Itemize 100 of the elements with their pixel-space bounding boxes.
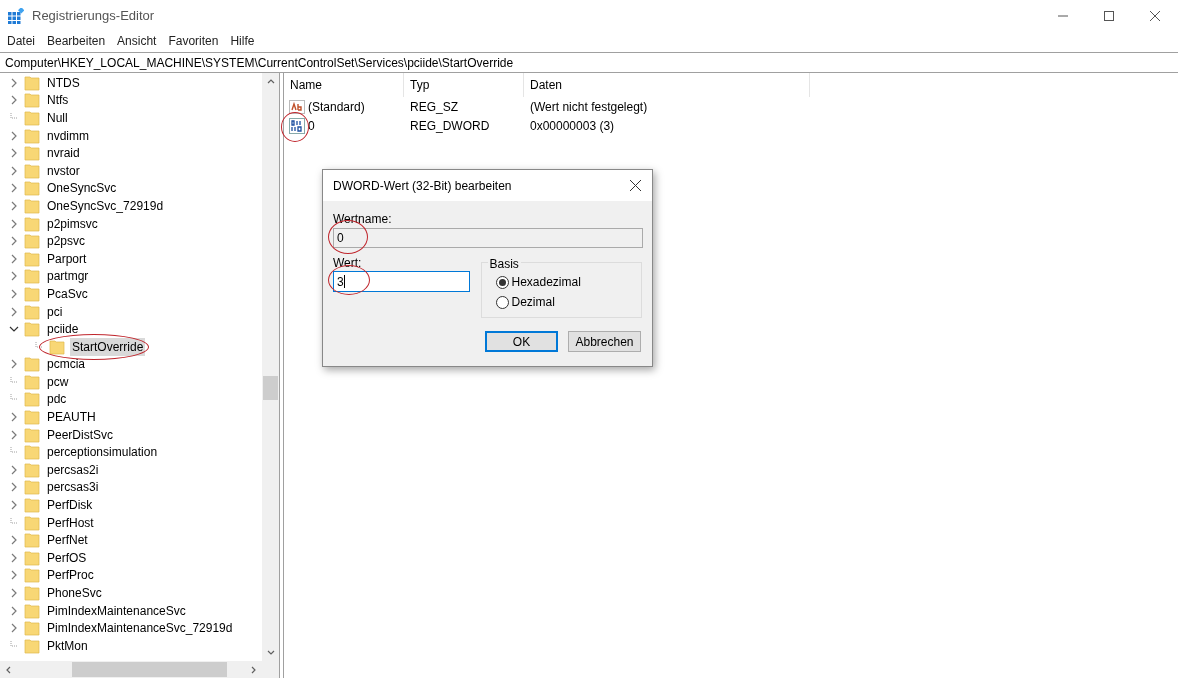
folder-icon (24, 356, 40, 373)
tree-item[interactable]: PerfNet (45, 531, 90, 550)
expand-chevron-icon[interactable] (9, 183, 19, 194)
folder-icon (24, 145, 40, 162)
expand-chevron-icon[interactable] (9, 236, 19, 247)
folder-icon (24, 391, 40, 408)
scrollbar-thumb[interactable] (263, 376, 278, 400)
tree-item[interactable]: OneSyncSvc (45, 179, 119, 198)
table-cell[interactable]: (Standard) (308, 97, 365, 116)
registry-editor-icon (8, 8, 24, 24)
expand-chevron-icon[interactable] (9, 271, 19, 282)
maximize-icon (1104, 11, 1114, 21)
binary-value-icon (289, 117, 305, 134)
tree-item[interactable]: PerfDisk (45, 496, 95, 515)
expand-chevron-icon[interactable] (9, 500, 19, 511)
tree-item[interactable]: PerfOS (45, 548, 89, 567)
table-cell-text: REG_SZ (409, 98, 459, 116)
radio-label[interactable]: Dezimal (511, 293, 555, 311)
tree-item[interactable]: NTDS (45, 73, 82, 92)
expand-chevron-icon[interactable] (9, 605, 19, 616)
tree-item[interactable]: pci (45, 302, 65, 321)
tree-item[interactable]: PhoneSvc (45, 584, 104, 602)
expand-chevron-icon[interactable] (9, 165, 19, 176)
radio-label[interactable]: Hexadezimal (511, 273, 581, 291)
tree-item[interactable]: nvdimm (45, 126, 91, 145)
tree-item[interactable]: PktMon (45, 636, 90, 655)
close-icon (629, 180, 641, 191)
string-value-icon (289, 99, 305, 114)
tree-item[interactable]: p2psvc (45, 232, 88, 251)
column-header[interactable]: Typ (404, 73, 524, 97)
menu-item[interactable]: Datei (2, 32, 40, 50)
folder-icon (24, 620, 40, 637)
folder-icon (24, 602, 40, 619)
tree-item[interactable]: PimIndexMaintenanceSvc (45, 601, 188, 620)
dialog-button[interactable]: Abbrechen (568, 331, 641, 352)
table-cell-text: REG_DWORD (409, 117, 491, 135)
expand-chevron-icon[interactable] (9, 535, 19, 546)
column-header[interactable]: Daten (524, 73, 810, 97)
tree-item[interactable]: pdc (45, 390, 69, 409)
expand-chevron-icon[interactable] (9, 482, 19, 493)
folder-icon (24, 92, 40, 109)
tree-item[interactable]: nvstor (45, 161, 82, 180)
scrollbar-thumb[interactable] (72, 662, 227, 677)
expand-chevron-icon[interactable] (9, 288, 19, 299)
tree-item[interactable]: PerfHost (45, 513, 96, 532)
expand-chevron-icon[interactable] (9, 429, 19, 440)
tree-item[interactable]: pciide (45, 320, 81, 339)
expand-chevron-icon[interactable] (9, 588, 19, 598)
tree-item[interactable]: OneSyncSvc_72919d (45, 196, 166, 215)
expand-chevron-icon[interactable] (9, 412, 19, 423)
tree-item[interactable]: p2pimsvc (45, 214, 100, 233)
value-data-field[interactable]: 3 (333, 271, 470, 292)
address-bar[interactable]: Computer\HKEY_LOCAL_MACHINE\SYSTEM\CurrentControlSet\Services\pciide\StartOverride (0, 52, 1178, 73)
field-label: Wertname: (333, 211, 393, 225)
tree-item[interactable]: PEAUTH (45, 408, 98, 427)
expand-chevron-icon[interactable] (9, 77, 19, 88)
vertical-scrollbar[interactable] (262, 73, 279, 661)
tree-item[interactable]: perceptionsimulation (45, 443, 160, 462)
tree-item[interactable]: StartOverride (70, 337, 146, 356)
expand-chevron-icon[interactable] (9, 200, 19, 211)
folder-icon (24, 233, 40, 250)
dialog-title: DWORD-Wert (32-Bit) bearbeiten (333, 177, 512, 195)
expand-chevron-icon[interactable] (9, 464, 19, 475)
folder-icon (24, 250, 40, 267)
column-header[interactable]: Name (284, 73, 404, 97)
horizontal-scrollbar[interactable] (0, 661, 279, 678)
expand-chevron-icon[interactable] (9, 306, 19, 317)
radio-button[interactable] (495, 275, 509, 289)
expand-chevron-icon[interactable] (9, 570, 19, 581)
tree-item[interactable]: Null (45, 109, 70, 127)
table-cell[interactable]: 0 (308, 116, 315, 135)
expand-chevron-icon[interactable] (9, 359, 19, 370)
tree-item[interactable]: PimIndexMaintenanceSvc_72919d (45, 619, 235, 638)
expand-chevron-icon[interactable] (9, 623, 19, 634)
menu-item[interactable]: Ansicht (112, 32, 162, 50)
folder-icon (24, 409, 40, 426)
tree-item[interactable]: PerfProc (45, 566, 96, 585)
menu-item[interactable]: Hilfe (225, 32, 260, 50)
expand-chevron-icon[interactable] (9, 253, 19, 264)
tree-item[interactable]: pcw (45, 372, 71, 391)
tree-item[interactable]: Parport (45, 249, 89, 268)
tree-item[interactable]: PeerDistSvc (45, 425, 116, 444)
expand-chevron-icon[interactable] (9, 552, 19, 563)
folder-icon (24, 444, 40, 461)
menu-item[interactable]: Favoriten (163, 32, 224, 50)
menu-item[interactable]: Bearbeiten (42, 32, 111, 50)
tree-item[interactable]: partmgr (45, 267, 91, 286)
tree-item[interactable]: percsas2i (45, 460, 101, 479)
tree-item[interactable]: nvraid (45, 144, 82, 163)
expand-chevron-icon[interactable] (9, 148, 19, 159)
expand-chevron-icon[interactable] (9, 95, 19, 106)
expand-chevron-icon[interactable] (9, 218, 19, 229)
tree-item[interactable]: PcaSvc (45, 284, 90, 303)
expand-chevron-icon[interactable] (9, 130, 19, 141)
folder-icon (24, 514, 40, 531)
tree-item[interactable]: percsas3i (45, 478, 101, 497)
dialog-button[interactable]: OK (485, 331, 558, 352)
radio-button[interactable] (495, 295, 509, 309)
tree-item[interactable]: pcmcia (45, 355, 87, 374)
tree-item[interactable]: Ntfs (45, 91, 71, 110)
